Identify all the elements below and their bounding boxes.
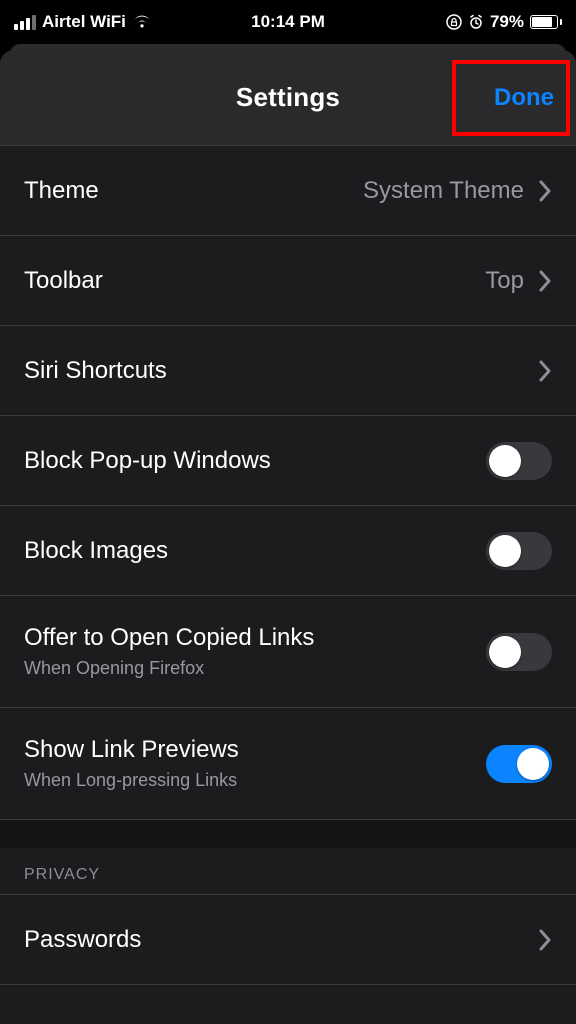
done-button[interactable]: Done: [494, 84, 554, 112]
row-sublabel: When Opening Firefox: [24, 658, 486, 679]
chevron-right-icon: [538, 360, 552, 382]
settings-list: Theme System Theme Toolbar Top Siri Shor…: [0, 146, 576, 985]
status-right: 79%: [446, 12, 562, 32]
nav-header: Settings Done: [0, 50, 576, 146]
signal-icon: [14, 15, 36, 30]
section-header-privacy: PRIVACY: [0, 848, 576, 895]
row-value: Top: [485, 267, 524, 295]
row-copied-links: Offer to Open Copied Links When Opening …: [0, 596, 576, 708]
row-label: Toolbar: [24, 267, 485, 295]
chevron-right-icon: [538, 180, 552, 202]
toggle-copied-links[interactable]: [486, 633, 552, 671]
row-block-images: Block Images: [0, 506, 576, 596]
settings-sheet: Settings Done Theme System Theme Toolbar…: [0, 50, 576, 1024]
chevron-right-icon: [538, 929, 552, 951]
row-label: Passwords: [24, 926, 538, 954]
toggle-block-images[interactable]: [486, 532, 552, 570]
row-link-previews: Show Link Previews When Long-pressing Li…: [0, 708, 576, 820]
wifi-icon: [132, 15, 152, 29]
row-label: Show Link Previews: [24, 736, 486, 764]
row-block-popups: Block Pop-up Windows: [0, 416, 576, 506]
row-label: Block Images: [24, 537, 486, 565]
row-theme[interactable]: Theme System Theme: [0, 146, 576, 236]
row-toolbar[interactable]: Toolbar Top: [0, 236, 576, 326]
row-label: Theme: [24, 177, 363, 205]
row-passwords[interactable]: Passwords: [0, 895, 576, 985]
status-bar: Airtel WiFi 10:14 PM 79%: [0, 0, 576, 44]
page-title: Settings: [236, 82, 340, 113]
orientation-lock-icon: [446, 14, 462, 30]
alarm-icon: [468, 14, 484, 30]
toggle-block-popups[interactable]: [486, 442, 552, 480]
battery-percent: 79%: [490, 12, 524, 32]
row-value: System Theme: [363, 177, 524, 205]
row-label: Offer to Open Copied Links: [24, 624, 486, 652]
row-siri-shortcuts[interactable]: Siri Shortcuts: [0, 326, 576, 416]
chevron-right-icon: [538, 270, 552, 292]
section-gap: [0, 820, 576, 848]
status-left: Airtel WiFi: [14, 12, 152, 32]
row-sublabel: When Long-pressing Links: [24, 770, 486, 791]
row-label: Siri Shortcuts: [24, 357, 538, 385]
row-label: Block Pop-up Windows: [24, 447, 486, 475]
toggle-link-previews[interactable]: [486, 745, 552, 783]
status-time: 10:14 PM: [251, 12, 325, 32]
carrier-label: Airtel WiFi: [42, 12, 126, 32]
battery-icon: [530, 15, 562, 29]
